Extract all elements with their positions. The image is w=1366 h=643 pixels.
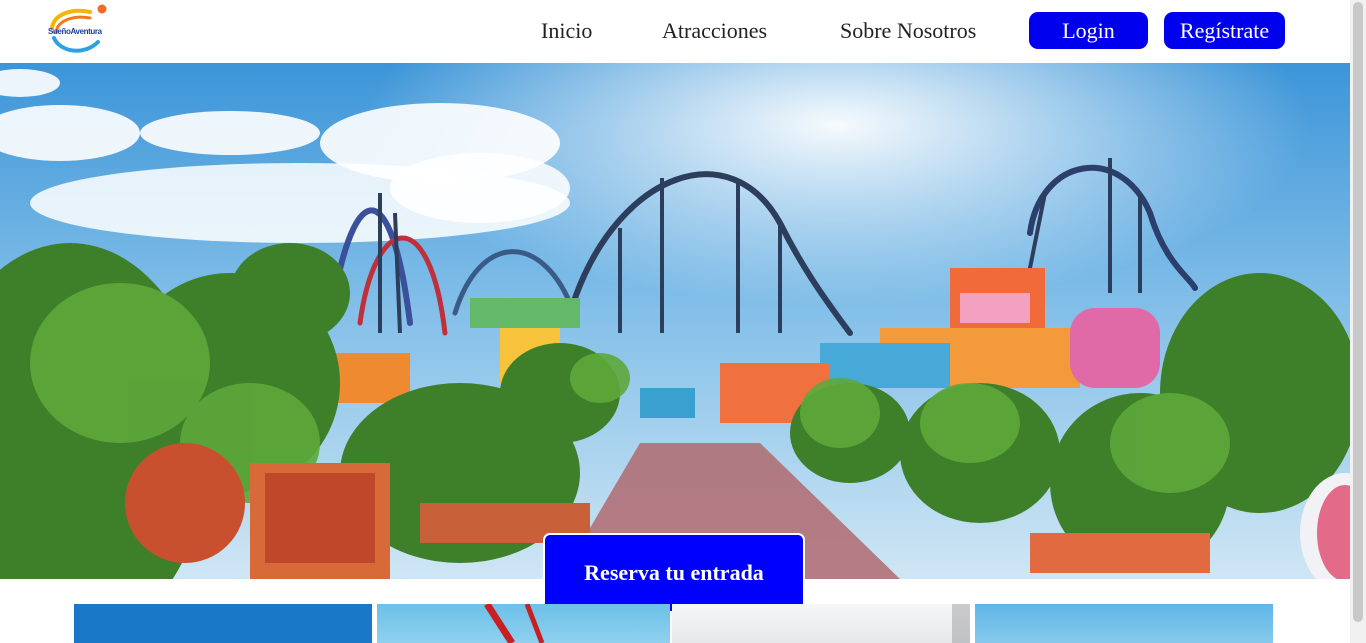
hero-banner [0,63,1350,579]
card-image [952,604,970,643]
nav-atracciones[interactable]: Atracciones [662,16,767,46]
card-image [484,604,545,643]
reserve-ticket-button[interactable]: Reserva tu entrada [543,533,805,613]
nav-inicio[interactable]: Inicio [541,16,592,46]
attraction-card-3[interactable] [672,604,970,643]
page-scrollbar[interactable] [1350,0,1366,643]
register-button[interactable]: Regístrate [1164,12,1285,49]
hero-image [0,63,1350,579]
login-button[interactable]: Login [1029,12,1148,49]
scrollbar-thumb[interactable] [1353,2,1363,622]
site-header: SueñoAventura Inicio Atracciones Sobre N… [0,0,1350,63]
attraction-card-1[interactable] [74,604,372,643]
logo-text: SueñoAventura [48,27,102,36]
nav-sobre-nosotros[interactable]: Sobre Nosotros [840,16,976,46]
logo[interactable]: SueñoAventura [44,2,110,58]
attraction-card-4[interactable] [975,604,1273,643]
attraction-card-2[interactable] [377,604,670,643]
